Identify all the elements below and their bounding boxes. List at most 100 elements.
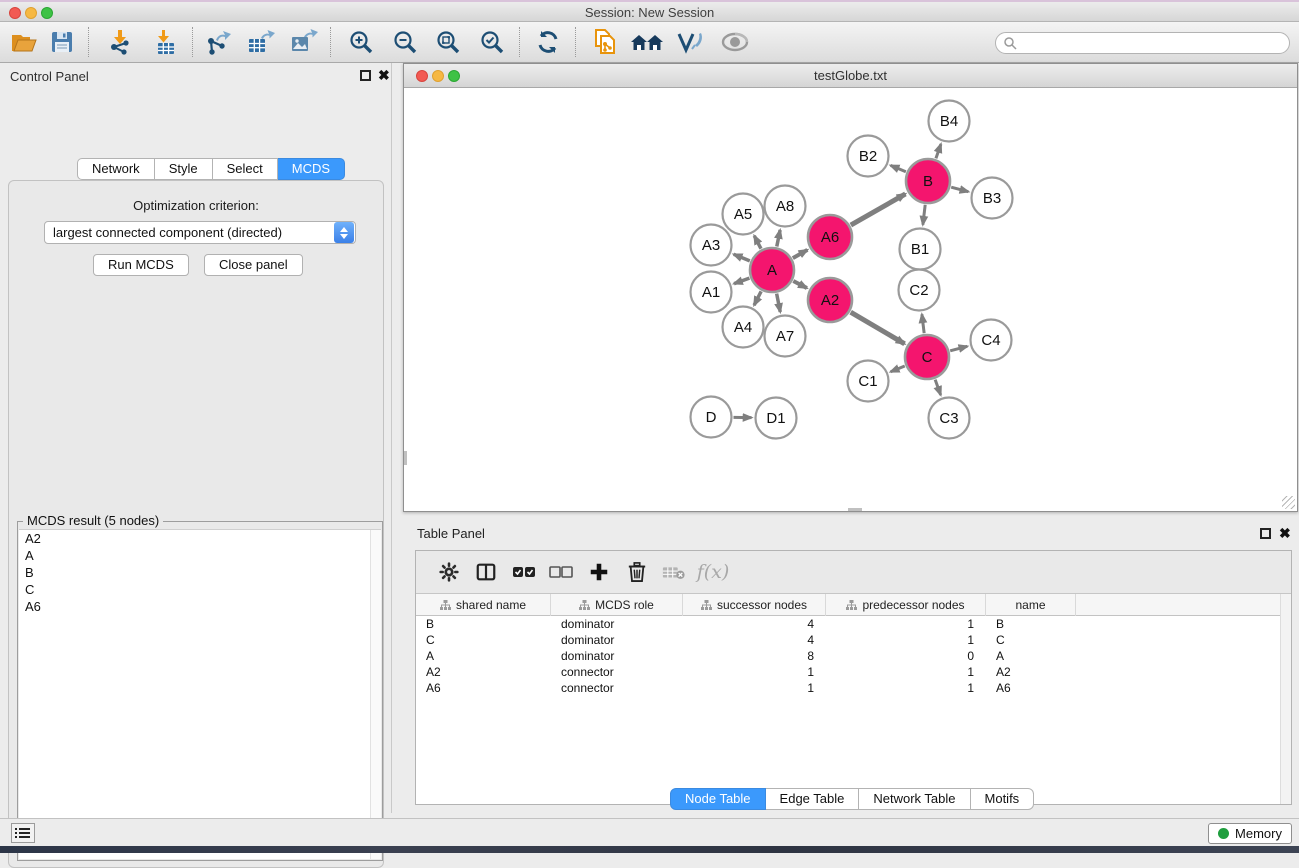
- node-A2[interactable]: A2: [808, 278, 852, 322]
- tab-motifs[interactable]: Motifs: [971, 788, 1035, 810]
- import-network-icon[interactable]: [101, 25, 141, 59]
- table-scrollbar[interactable]: [1280, 594, 1291, 804]
- zoom-fit-icon[interactable]: [428, 25, 468, 59]
- node-B4[interactable]: B4: [929, 101, 970, 142]
- float-panel-icon[interactable]: [360, 70, 371, 81]
- search-input[interactable]: [1017, 36, 1289, 50]
- edge-A6-B[interactable]: [851, 194, 906, 225]
- zoom-selected-icon[interactable]: [472, 25, 512, 59]
- mcds-result-item[interactable]: A2: [19, 530, 381, 547]
- zoom-out-icon[interactable]: [385, 25, 425, 59]
- select-all-checks-icon[interactable]: [507, 555, 541, 589]
- edge-B-B1[interactable]: [923, 205, 925, 225]
- zoom-in-icon[interactable]: [341, 25, 381, 59]
- edge-A-A2[interactable]: [793, 281, 807, 288]
- edge-C-C3[interactable]: [935, 380, 941, 395]
- show-graphics-details-icon[interactable]: [670, 25, 710, 59]
- node-C1[interactable]: C1: [848, 361, 889, 402]
- task-history-button[interactable]: [11, 823, 35, 843]
- run-mcds-button[interactable]: Run MCDS: [93, 254, 189, 276]
- mcds-result-item[interactable]: A: [19, 547, 381, 564]
- tab-node-table[interactable]: Node Table: [670, 788, 766, 810]
- home-view-icon[interactable]: [627, 25, 667, 59]
- table-row[interactable]: A2connector11A2: [416, 664, 1291, 680]
- node-A6[interactable]: A6: [808, 215, 852, 259]
- node-A7[interactable]: A7: [765, 316, 806, 357]
- node-A8[interactable]: A8: [765, 186, 806, 227]
- edge-B-B3[interactable]: [951, 187, 968, 192]
- criterion-dropdown[interactable]: largest connected component (directed): [44, 221, 356, 244]
- deselect-all-checks-icon[interactable]: [544, 555, 578, 589]
- edge-B-B2[interactable]: [891, 165, 906, 171]
- clone-network-icon[interactable]: [585, 25, 625, 59]
- mcds-result-item[interactable]: A6: [19, 598, 381, 615]
- edge-A-A3[interactable]: [734, 254, 750, 261]
- export-table-icon[interactable]: [241, 25, 281, 59]
- horizontal-scroll-indicator[interactable]: [848, 508, 862, 511]
- tab-network-table[interactable]: Network Table: [859, 788, 970, 810]
- node-C3[interactable]: C3: [929, 398, 970, 439]
- table-row[interactable]: Bdominator41B: [416, 616, 1291, 632]
- refresh-layout-icon[interactable]: [528, 25, 568, 59]
- column-header-MCDS-role[interactable]: MCDS role: [551, 594, 683, 616]
- edge-A-A1[interactable]: [734, 278, 749, 284]
- edge-C-C2[interactable]: [922, 314, 924, 333]
- table-row[interactable]: Cdominator41C: [416, 632, 1291, 648]
- node-B[interactable]: B: [906, 159, 950, 203]
- node-B2[interactable]: B2: [848, 136, 889, 177]
- node-C2[interactable]: C2: [899, 270, 940, 311]
- node-A3[interactable]: A3: [691, 225, 732, 266]
- node-C4[interactable]: C4: [971, 320, 1012, 361]
- memory-button[interactable]: Memory: [1208, 823, 1292, 844]
- mcds-result-item[interactable]: B: [19, 564, 381, 581]
- column-header-shared-name[interactable]: shared name: [416, 594, 551, 616]
- open-file-icon[interactable]: [4, 25, 44, 59]
- delete-column-icon[interactable]: [620, 555, 654, 589]
- edge-A-A6[interactable]: [793, 250, 808, 258]
- result-list-scrollbar[interactable]: [370, 530, 381, 859]
- edge-B-B4[interactable]: [936, 144, 941, 158]
- edge-A-A4[interactable]: [754, 291, 761, 305]
- mcds-result-list[interactable]: A2ABCA6: [19, 529, 381, 859]
- search-field[interactable]: [995, 32, 1290, 54]
- node-A[interactable]: A: [750, 248, 794, 292]
- node-A5[interactable]: A5: [723, 194, 764, 235]
- edge-C-C4[interactable]: [950, 346, 967, 351]
- close-table-panel-icon[interactable]: ✖: [1279, 525, 1291, 541]
- tab-network[interactable]: Network: [77, 158, 155, 180]
- tab-mcds[interactable]: MCDS: [278, 158, 345, 180]
- edge-C-C1[interactable]: [891, 366, 905, 372]
- table-row[interactable]: Adominator80A: [416, 648, 1291, 664]
- column-header-name[interactable]: name: [986, 594, 1076, 616]
- edge-A-A5[interactable]: [754, 236, 761, 249]
- column-settings-icon[interactable]: [432, 555, 466, 589]
- edge-A-A8[interactable]: [777, 230, 780, 246]
- node-D1[interactable]: D1: [756, 398, 797, 439]
- column-header-successor-nodes[interactable]: successor nodes: [683, 594, 826, 616]
- edge-A-A7[interactable]: [777, 294, 781, 312]
- node-B1[interactable]: B1: [900, 229, 941, 270]
- node-B3[interactable]: B3: [972, 178, 1013, 219]
- column-header-predecessor-nodes[interactable]: predecessor nodes: [826, 594, 986, 616]
- float-table-panel-icon[interactable]: [1260, 528, 1271, 539]
- close-panel-button[interactable]: Close panel: [204, 254, 303, 276]
- tab-style[interactable]: Style: [155, 158, 213, 180]
- add-column-icon[interactable]: [582, 555, 616, 589]
- vertical-scroll-indicator[interactable]: [404, 451, 407, 465]
- save-session-icon[interactable]: [42, 25, 82, 59]
- network-canvas[interactable]: B4B2BB3A8A5A6A3B1AC2A1A2A4A7C4CC1C3DD1: [404, 88, 1297, 511]
- export-network-icon[interactable]: [199, 25, 239, 59]
- hide-graphics-details-icon[interactable]: [715, 25, 755, 59]
- edge-A2-C[interactable]: [851, 312, 905, 344]
- resize-grip-icon[interactable]: [1282, 496, 1295, 509]
- node-A1[interactable]: A1: [691, 272, 732, 313]
- tab-edge-table[interactable]: Edge Table: [766, 788, 860, 810]
- close-panel-icon[interactable]: ✖: [378, 67, 390, 83]
- export-image-icon[interactable]: [284, 25, 324, 59]
- fit-columns-icon[interactable]: [469, 555, 503, 589]
- node-A4[interactable]: A4: [723, 307, 764, 348]
- node-D[interactable]: D: [691, 397, 732, 438]
- mcds-result-item[interactable]: C: [19, 581, 381, 598]
- tab-select[interactable]: Select: [213, 158, 278, 180]
- import-table-icon[interactable]: [146, 25, 186, 59]
